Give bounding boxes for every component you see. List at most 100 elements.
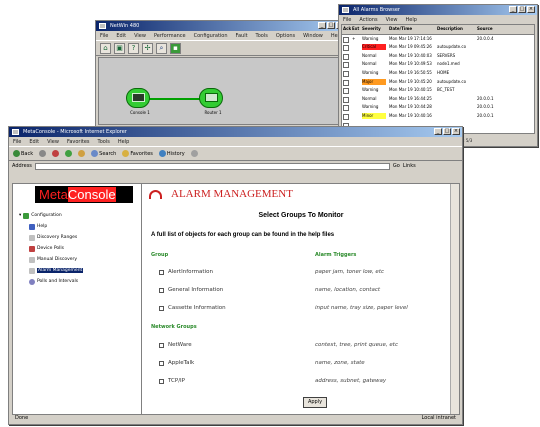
alarm-window-titlebar[interactable]: All Alarms Browser _ □ ×	[339, 5, 537, 15]
col-severity[interactable]: Severity	[361, 25, 388, 34]
address-input[interactable]	[34, 162, 390, 170]
menu-configuration[interactable]: Configuration	[194, 33, 228, 39]
network-map-canvas[interactable]: Console 1 Router 1	[98, 57, 344, 125]
menu-options[interactable]: Options	[276, 33, 295, 39]
back-button[interactable]: Back	[13, 150, 33, 157]
history-button[interactable]: History	[158, 150, 185, 157]
ack-checkbox[interactable]	[342, 52, 351, 61]
group-option-cassette[interactable]: Cassette Information	[159, 305, 226, 311]
group-option-netware[interactable]: NetWare	[159, 342, 192, 348]
expand-icon[interactable]: ▾	[19, 213, 21, 218]
expand-icon[interactable]	[351, 52, 361, 61]
expand-icon[interactable]	[351, 78, 361, 87]
menu-view[interactable]: View	[134, 33, 146, 39]
minimize-button[interactable]: _	[509, 6, 517, 13]
alarm-row[interactable]: Warning Mon Mar 19 16:50:55 HOME	[342, 69, 534, 78]
expand-icon[interactable]	[351, 112, 361, 121]
tree-item-alarm-management[interactable]: Alarm Management	[19, 265, 84, 276]
tree-item-device-polls[interactable]: Device Polls	[19, 243, 83, 254]
menu-file[interactable]: File	[13, 139, 21, 145]
tree-item-polls-intervals[interactable]: Polls and Intervals	[19, 276, 83, 287]
checkbox[interactable]	[159, 360, 164, 366]
minimize-button[interactable]: _	[318, 22, 326, 29]
favorites-button[interactable]: Favorites	[122, 150, 153, 157]
router-node[interactable]: Router 1	[199, 88, 223, 115]
close-button[interactable]: ×	[452, 128, 460, 135]
expand-icon[interactable]	[351, 103, 361, 112]
apply-button[interactable]: Apply	[303, 397, 327, 408]
console-node[interactable]: Console 1	[126, 88, 150, 115]
menu-file[interactable]: File	[343, 17, 351, 23]
mail-button[interactable]	[190, 150, 198, 157]
tree-root-configuration[interactable]: ▾ Configuration	[19, 210, 83, 221]
menu-help[interactable]: Help	[118, 139, 129, 145]
ack-checkbox[interactable]	[342, 112, 351, 121]
menu-help[interactable]: Help	[406, 17, 417, 23]
menu-fault[interactable]: Fault	[236, 33, 248, 39]
expand-icon[interactable]	[351, 43, 361, 52]
checkbox[interactable]	[159, 269, 164, 275]
ack-checkbox[interactable]	[342, 78, 351, 87]
menu-favorites[interactable]: Favorites	[67, 139, 90, 145]
expand-icon[interactable]	[351, 69, 361, 78]
settings-icon[interactable]: ▪	[170, 43, 181, 54]
menu-actions[interactable]: Actions	[359, 17, 377, 23]
group-option-alert[interactable]: AlertInformation	[159, 269, 213, 275]
minimize-button[interactable]: _	[434, 128, 442, 135]
group-option-tcpip[interactable]: TCP/IP	[159, 378, 185, 384]
ack-checkbox[interactable]	[342, 103, 351, 112]
tree-item-discovery-ranges[interactable]: Discovery Ranges	[19, 232, 83, 243]
alarm-row[interactable]: Normal Mon Mar 19 10:49:53 node1.med	[342, 60, 534, 69]
menu-edit[interactable]: Edit	[29, 139, 39, 145]
menu-view[interactable]: View	[47, 139, 59, 145]
ack-checkbox[interactable]	[342, 35, 351, 44]
ack-checkbox[interactable]	[342, 43, 351, 52]
col-ext[interactable]: Ext	[351, 25, 361, 34]
alarm-row[interactable]: Major Mon Mar 19 10:45:20 autoupdate.co	[342, 78, 534, 87]
close-button[interactable]: ×	[527, 6, 535, 13]
menu-performance[interactable]: Performance	[154, 33, 186, 39]
ack-checkbox[interactable]	[342, 86, 351, 95]
home-icon[interactable]: ⌂	[100, 43, 111, 54]
ack-checkbox[interactable]	[342, 60, 351, 69]
folder-icon[interactable]: ▣	[114, 43, 125, 54]
menu-view[interactable]: View	[386, 17, 398, 23]
alarm-row[interactable]: Critical Mon Mar 19 09:45:26 autoupdate.co	[342, 43, 534, 52]
browser-titlebar[interactable]: MetaConsole - Microsoft Internet Explore…	[9, 127, 462, 137]
stop-button[interactable]	[52, 150, 60, 157]
menu-edit[interactable]: Edit	[116, 33, 126, 39]
expand-icon[interactable]	[351, 60, 361, 69]
refresh-button[interactable]	[65, 150, 73, 157]
checkbox[interactable]	[159, 342, 164, 348]
home-button[interactable]	[78, 150, 86, 157]
tree-item-manual-discovery[interactable]: Manual Discovery	[19, 254, 83, 265]
checkbox[interactable]	[159, 287, 164, 293]
share-icon[interactable]: ✢	[142, 43, 153, 54]
col-description[interactable]: Description	[436, 25, 476, 34]
checkbox[interactable]	[159, 305, 164, 311]
menu-file[interactable]: File	[100, 33, 108, 39]
maximize-button[interactable]: □	[443, 128, 451, 135]
col-ack[interactable]: Ack	[342, 25, 351, 34]
search-button[interactable]: Search	[91, 150, 116, 157]
checkbox[interactable]	[159, 378, 164, 384]
menu-tools[interactable]: Tools	[98, 139, 110, 145]
alarm-row[interactable]: Minor Mon Mar 19 10:40:16 20.0.0.1	[342, 112, 534, 121]
network-window-titlebar[interactable]: NetWin 480 _□×	[96, 21, 346, 31]
expand-icon[interactable]	[351, 86, 361, 95]
maximize-button[interactable]: □	[518, 6, 526, 13]
alarm-row[interactable]: Normal Mon Mar 19 10:40:03 SERVERS	[342, 52, 534, 61]
links-button[interactable]: Links	[403, 163, 416, 169]
group-option-appletalk[interactable]: AppleTalk	[159, 360, 194, 366]
menu-tools[interactable]: Tools	[256, 33, 268, 39]
ack-checkbox[interactable]	[342, 95, 351, 104]
forward-button[interactable]	[39, 150, 47, 157]
expand-icon[interactable]	[351, 95, 361, 104]
vertical-scrollbar[interactable]	[450, 184, 459, 414]
maximize-button[interactable]: □	[327, 22, 335, 29]
search-icon[interactable]: ⌕	[156, 43, 167, 54]
alarm-row[interactable]: + Warning Mon Mar 19 17:14:16 20.0.0.4	[342, 35, 534, 44]
menu-window[interactable]: Window	[303, 33, 323, 39]
expand-icon[interactable]: +	[351, 35, 361, 44]
alarm-row[interactable]: Warning Mon Mar 19 10:40:15 BC_TEST	[342, 86, 534, 95]
